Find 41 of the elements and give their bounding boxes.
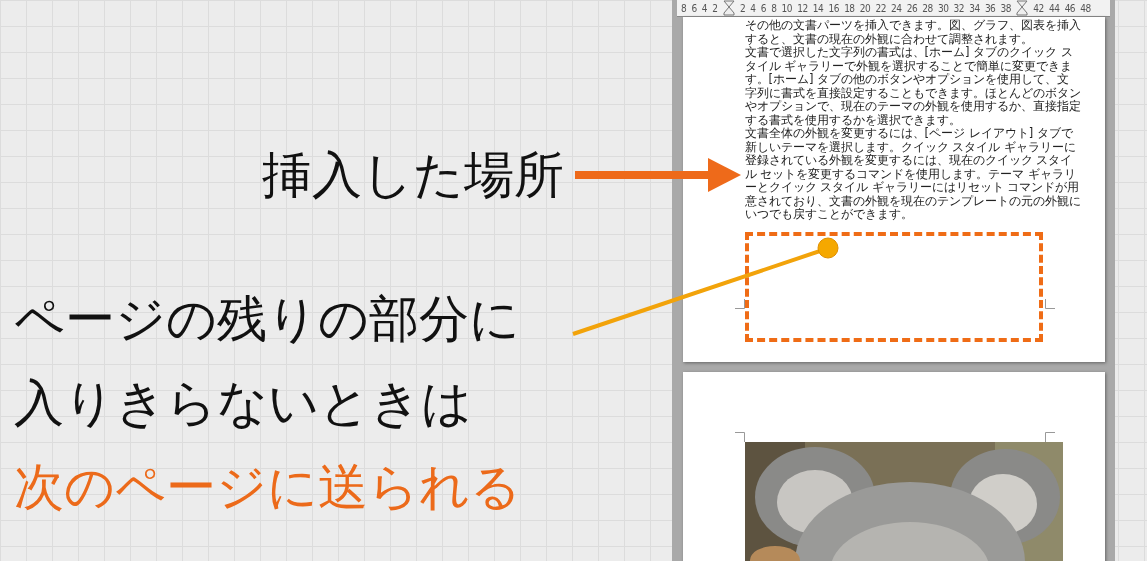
ruler-number: 8	[681, 2, 687, 14]
paragraph: 文書で選択した文字列の書式は、[ホーム] タブのクイック スタイル ギャラリーで外観を選択することで簡単に変更できます。[ホーム] タブの他のボタンやオプションを使用して、文字列に書式を直接設定することもできます。ほとんどのボタンやオプションで、現在のテーマの外観を使用するか、直接指定する書式を使用するかを選択できます。	[744, 46, 1081, 127]
ruler-number: 10	[781, 2, 792, 14]
corner-mark	[1044, 432, 1055, 442]
ruler-number: 8	[771, 2, 777, 14]
ruler-number: 34	[969, 2, 980, 14]
ruler-number: 32	[953, 2, 965, 14]
callout-text: ページの残りの部分に	[14, 289, 521, 350]
paragraph: 文書全体の外観を変更するには、[ページ レイアウト] タブで新しいテーマを選択します。クイック スタイル ギャラリーに登録されている外観を変更するには、現在のクイック スタイル セットを変更するコマンドを使用します。テーマ ギャラリーとクイック スタイル ギャラリーにはリセット コマンドが用意されており、文書の外観を現在のテンプレートの元の外観にいつでも戻すことができます。	[744, 127, 1081, 222]
corner-mark	[734, 432, 745, 442]
ruler-number: 36	[984, 2, 996, 14]
paragraph: その他の文書パーツを挿入できます。図、グラフ、図表を挿入すると、文書の現在の外観に合わせて調整されます。	[744, 19, 1081, 46]
corner-mark	[1044, 299, 1055, 309]
ruler-number: 28	[922, 2, 933, 14]
ruler-number: 20	[859, 2, 871, 14]
callout-text: 入りきらないときは	[14, 373, 473, 434]
ruler-number: 4	[750, 2, 756, 14]
ruler-number: 16	[828, 2, 839, 14]
ruler-number: 12	[797, 2, 808, 14]
callout-label: 挿入した場所	[262, 145, 564, 206]
ruler-number: 2	[739, 2, 746, 14]
callout-text: 次のページに送られる	[14, 457, 522, 518]
ruler-number: 38	[1000, 2, 1011, 14]
ruler-number: 2	[712, 2, 718, 14]
indent-marker-icon[interactable]	[1016, 0, 1029, 16]
ruler-number: 24	[891, 2, 902, 14]
ruler-number: 4	[701, 2, 708, 14]
ruler-number: 14	[812, 2, 824, 14]
ruler-number: 44	[1049, 2, 1060, 14]
ruler-number: 26	[906, 2, 918, 14]
ruler-number: 46	[1064, 2, 1076, 14]
ruler-number: 48	[1080, 2, 1091, 14]
ruler[interactable]: 8 6 4 2 2 4 6 8 10 12 14 16 18 20 22 24 26 28 30 32 34 36 38 42 44 46 48	[677, 0, 1110, 17]
corner-mark	[734, 299, 745, 309]
ruler-number: 6	[760, 2, 766, 14]
ruler-number: 6	[691, 2, 697, 14]
ruler-number: 30	[937, 2, 949, 14]
ruler-number: 22	[875, 2, 886, 14]
ruler-number: 42	[1033, 2, 1044, 14]
indent-marker-icon[interactable]	[722, 0, 735, 16]
ruler-number: 18	[844, 2, 855, 14]
